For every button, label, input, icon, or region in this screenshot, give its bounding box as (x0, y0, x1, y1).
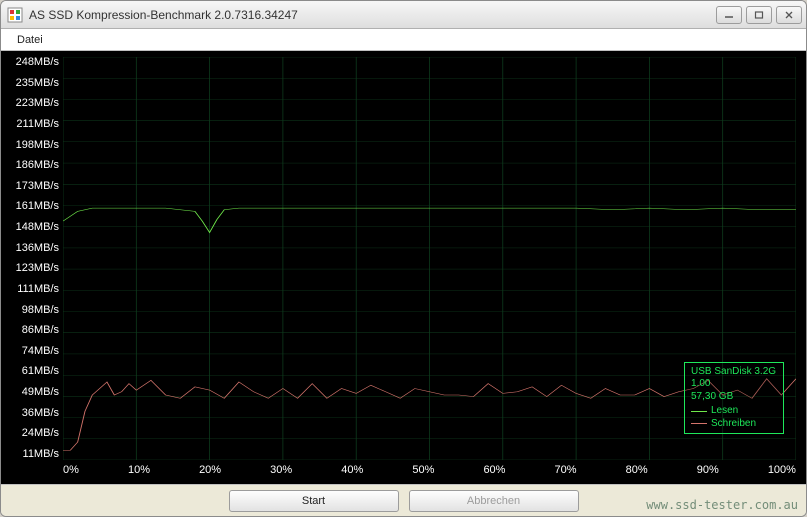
x-tick: 30% (270, 464, 292, 480)
y-tick: 211MB/s (1, 119, 63, 130)
plot-area: USB SanDisk 3.2G 1.00 57,30 GB Lesen Sch… (63, 57, 796, 460)
y-tick: 24MB/s (1, 428, 63, 439)
y-tick: 235MB/s (1, 78, 63, 89)
y-axis: 248MB/s 235MB/s 223MB/s 211MB/s 198MB/s 186MB… (1, 57, 63, 460)
y-tick: 248MB/s (1, 57, 63, 68)
y-tick: 161MB/s (1, 201, 63, 212)
x-axis: 0% 10% 20% 30% 40% 50% 60% 70% 80% 90% 100% (63, 464, 796, 480)
legend-read-label: Lesen (711, 405, 738, 418)
y-tick: 74MB/s (1, 346, 63, 357)
legend-version: 1.00 (691, 378, 777, 391)
legend-box: USB SanDisk 3.2G 1.00 57,30 GB Lesen Sch… (684, 362, 784, 435)
legend-swatch-read (691, 411, 707, 412)
y-tick: 61MB/s (1, 366, 63, 377)
y-tick: 11MB/s (1, 449, 63, 460)
close-button[interactable] (776, 6, 802, 24)
x-tick: 100% (768, 464, 796, 480)
y-tick: 223MB/s (1, 98, 63, 109)
x-tick: 70% (555, 464, 577, 480)
legend-capacity: 57,30 GB (691, 391, 777, 404)
button-row: Start Abbrechen www.ssd-tester.com.au (1, 484, 806, 516)
y-tick: 98MB/s (1, 305, 63, 316)
app-window: AS SSD Kompression-Benchmark 2.0.7316.34… (0, 0, 807, 517)
y-tick: 123MB/s (1, 263, 63, 274)
x-tick: 0% (63, 464, 79, 480)
x-tick: 80% (626, 464, 648, 480)
x-tick: 20% (199, 464, 221, 480)
titlebar: AS SSD Kompression-Benchmark 2.0.7316.34… (1, 1, 806, 29)
legend-write-label: Schreiben (711, 418, 756, 431)
y-tick: 198MB/s (1, 140, 63, 151)
y-tick: 36MB/s (1, 408, 63, 419)
x-tick: 10% (128, 464, 150, 480)
y-tick: 173MB/s (1, 181, 63, 192)
maximize-button[interactable] (746, 6, 772, 24)
x-tick: 60% (483, 464, 505, 480)
minimize-button[interactable] (716, 6, 742, 24)
app-icon (7, 7, 23, 23)
y-tick: 49MB/s (1, 387, 63, 398)
watermark: www.ssd-tester.com.au (646, 498, 798, 512)
y-tick: 148MB/s (1, 222, 63, 233)
start-button[interactable]: Start (229, 490, 399, 512)
menu-file[interactable]: Datei (9, 32, 51, 48)
y-tick: 186MB/s (1, 160, 63, 171)
x-tick: 90% (697, 464, 719, 480)
window-title: AS SSD Kompression-Benchmark 2.0.7316.34… (29, 8, 716, 22)
y-tick: 136MB/s (1, 243, 63, 254)
cancel-button[interactable]: Abbrechen (409, 490, 579, 512)
window-controls (716, 6, 802, 24)
x-tick: 40% (341, 464, 363, 480)
x-tick: 50% (412, 464, 434, 480)
legend-swatch-write (691, 423, 707, 424)
menubar: Datei (1, 29, 806, 51)
legend-device: USB SanDisk 3.2G (691, 366, 777, 379)
chart-area: 248MB/s 235MB/s 223MB/s 211MB/s 198MB/s 186MB… (1, 51, 806, 484)
y-tick: 86MB/s (1, 325, 63, 336)
y-tick: 111MB/s (1, 284, 63, 295)
